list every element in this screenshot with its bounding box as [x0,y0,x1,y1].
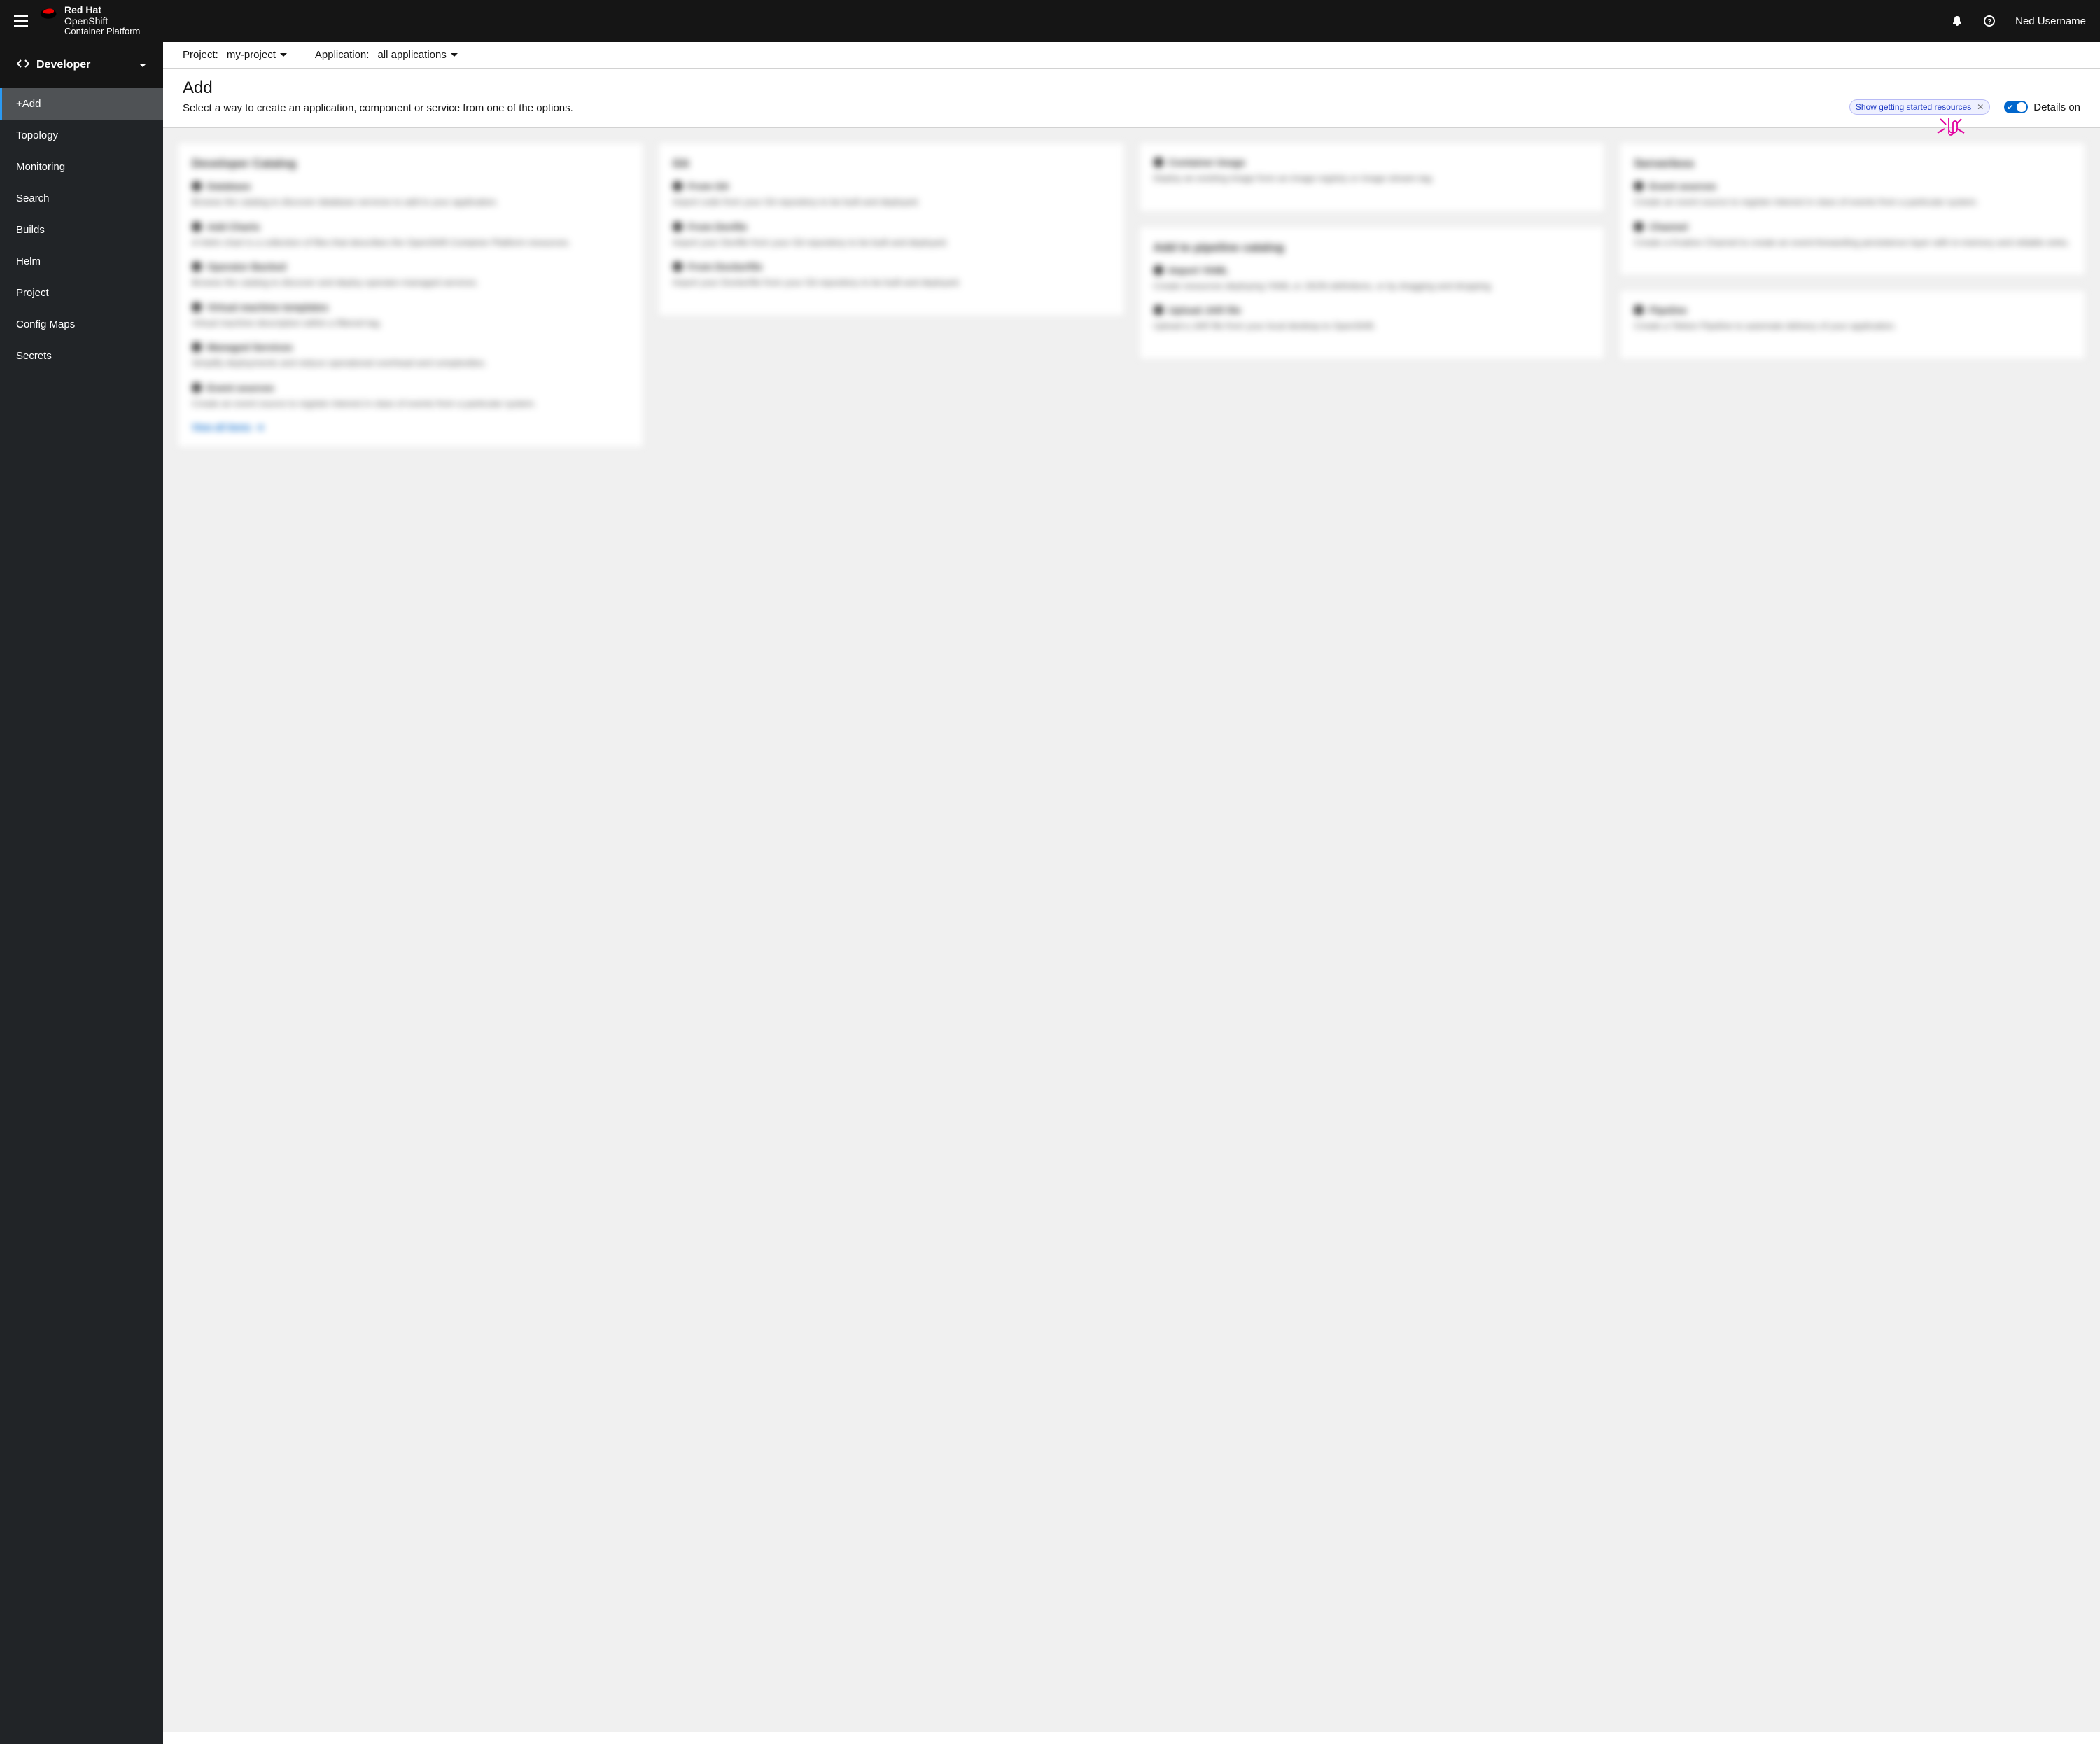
application-value: all applications [377,49,446,61]
nav-label: Search [16,192,50,204]
svg-text:?: ? [1987,18,1991,26]
masthead: Red Hat OpenShift Container Platform ? N… [0,0,2100,42]
perspective-switcher[interactable]: Developer [0,42,163,88]
show-getting-started-pill[interactable]: Show getting started resources ✕ [1849,99,1990,115]
brand-line1a: Red Hat [64,5,102,15]
brand-line1b: OpenShift [64,16,108,27]
caret-down-icon [280,53,287,57]
main-content: Project: my-project Application: all app… [163,42,2100,1744]
nav-label: Config Maps [16,318,75,330]
application-label: Application: [315,49,370,61]
catalog-card: PipelineCreate a Tekton Pipeline to auto… [1619,290,2086,360]
nav-label: Helm [16,255,41,267]
product-brand: Red Hat OpenShift Container Platform [39,5,140,36]
project-label: Project: [183,49,218,61]
catalog-card: Git From GitImport code from your Git re… [658,142,1125,316]
caret-down-icon [451,53,458,57]
catalog-cards-blurred: Developer Catalog DatabaseBrowse the cat… [163,128,2100,1732]
pill-label: Show getting started resources [1856,102,1971,112]
nav-item-builds[interactable]: Builds [0,214,163,246]
code-icon [17,59,29,72]
catalog-card: Developer Catalog DatabaseBrowse the cat… [177,142,644,448]
details-toggle[interactable]: ✔ Details on [2004,101,2080,113]
nav-item-helm[interactable]: Helm [0,246,163,277]
perspective-label: Developer [36,59,90,71]
nav-label: Project [16,287,49,299]
nav-item-add[interactable]: +Add [0,88,163,120]
help-question-icon[interactable]: ? [1983,15,1996,27]
notifications-bell-icon[interactable] [1951,15,1963,27]
page-title: Add [183,78,573,98]
masthead-left: Red Hat OpenShift Container Platform [14,5,140,36]
catalog-card: Serverless Event sourcesCreate an event … [1619,142,2086,276]
username-menu[interactable]: Ned Username [2015,15,2086,27]
project-selector[interactable]: Project: my-project [183,49,287,61]
nav-label: Monitoring [16,161,65,173]
brand-text: Red Hat OpenShift Container Platform [64,5,140,36]
page-subtitle: Select a way to create an application, c… [183,102,573,114]
nav-label: +Add [16,98,41,110]
details-toggle-switch[interactable]: ✔ [2004,101,2028,113]
nav-item-config-maps[interactable]: Config Maps [0,309,163,340]
catalog-card: Add to pipeline catalog Import YAMLCreat… [1139,226,1606,360]
project-value: my-project [227,49,276,61]
sidebar: Developer +Add Topology Monitoring Searc… [0,42,163,1744]
catalog-card: Container ImageDeploy an existing image … [1139,142,1606,212]
check-icon: ✔ [2007,103,2013,112]
hamburger-menu-button[interactable] [14,15,28,27]
nav-label: Topology [16,129,58,141]
nav-label: Secrets [16,350,52,362]
page-header: Add Select a way to create an applicatio… [163,69,2100,128]
pill-close-icon[interactable]: ✕ [1977,102,1984,112]
details-toggle-label: Details on [2033,101,2080,113]
application-selector[interactable]: Application: all applications [315,49,458,61]
nav-item-search[interactable]: Search [0,183,163,214]
perspective-caret-icon [139,64,146,67]
nav-label: Builds [16,224,45,236]
context-bar: Project: my-project Application: all app… [163,42,2100,69]
nav-item-monitoring[interactable]: Monitoring [0,151,163,183]
nav-item-topology[interactable]: Topology [0,120,163,151]
redhat-logo-icon [39,5,59,20]
masthead-right: ? Ned Username [1951,15,2086,27]
nav-item-project[interactable]: Project [0,277,163,309]
nav-item-secrets[interactable]: Secrets [0,340,163,372]
brand-line2: Container Platform [64,27,140,36]
